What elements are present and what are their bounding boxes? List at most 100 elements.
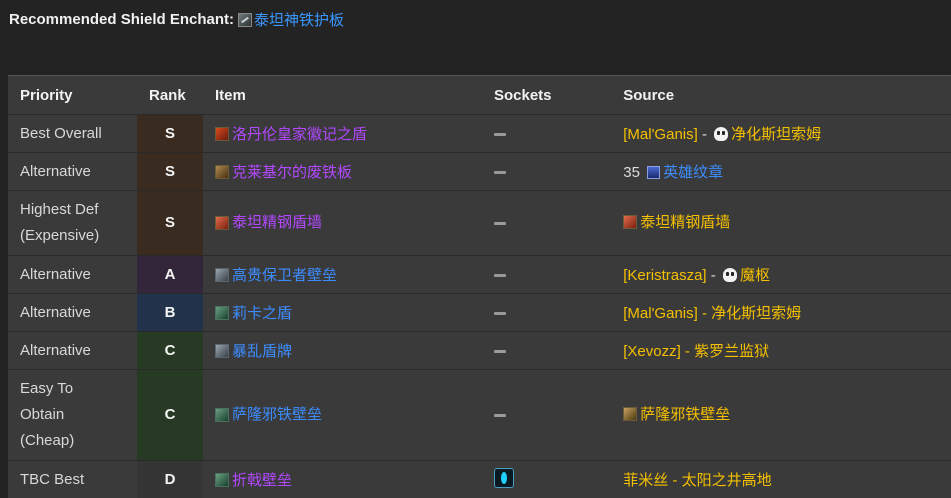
rank-cell: A (137, 256, 203, 294)
gold-shield-icon (623, 407, 637, 421)
item-link[interactable]: 洛丹伦皇家徽记之盾 (215, 123, 470, 144)
source-text[interactable]: 泰坦精钢盾墙 (640, 214, 730, 231)
source-cell: 萨隆邪铁壁垒 (611, 370, 951, 461)
item-name[interactable]: 萨隆邪铁壁垒 (232, 402, 322, 428)
source-text[interactable]: [Mal'Ganis] - 净化斯坦索姆 (623, 305, 801, 322)
table-row: TBC BestD 折戟壁垒 菲米丝 - 太阳之井高地 (8, 461, 951, 498)
sockets-cell (482, 191, 611, 256)
dash-icon (494, 274, 506, 277)
table-row: Easy ToObtain(Cheap)C 萨隆邪铁壁垒 萨隆邪铁壁垒 (8, 370, 951, 461)
priority-cell: Alternative (8, 256, 137, 294)
item-link[interactable]: 克莱基尔的废铁板 (215, 161, 470, 182)
item-link[interactable]: 泰坦精钢盾墙 (215, 210, 470, 236)
steel-shield-icon (215, 268, 229, 282)
rank-cell: C (137, 370, 203, 461)
table-row: AlternativeC 暴乱盾牌 [Xevozz] - 紫罗兰监狱 (8, 332, 951, 370)
item-name[interactable]: 泰坦精钢盾墙 (232, 210, 322, 236)
item-name[interactable]: 莉卡之盾 (232, 302, 292, 323)
item-name[interactable]: 克莱基尔的废铁板 (232, 161, 352, 182)
item-link[interactable]: 萨隆邪铁壁垒 (215, 402, 470, 428)
enchant-link[interactable]: 泰坦神铁护板 (254, 9, 344, 30)
dash-icon (494, 171, 506, 174)
rank-cell: D (137, 461, 203, 498)
item-cell: 萨隆邪铁壁垒 (203, 370, 482, 461)
steel-shield-icon (215, 344, 229, 358)
source-text[interactable]: 魔枢 (740, 267, 770, 284)
sockets-cell (482, 370, 611, 461)
priority-cell: Alternative (8, 294, 137, 332)
dash-icon (494, 133, 506, 136)
source-text[interactable]: 净化斯坦索姆 (731, 126, 821, 143)
rank-cell: S (137, 115, 203, 153)
shield-priority-table: Priority Rank Item Sockets Source Best O… (8, 75, 951, 498)
enchant-label: Recommended Shield Enchant (9, 11, 229, 28)
source-text[interactable]: 英雄纹章 (663, 164, 723, 181)
source-text[interactable]: 菲米丝 - 太阳之井高地 (623, 472, 771, 489)
rank-cell: S (137, 191, 203, 256)
dash-icon (494, 350, 506, 353)
dash-icon (494, 414, 506, 417)
item-link[interactable]: 莉卡之盾 (215, 302, 470, 323)
item-link[interactable]: 高贵保卫者壁垒 (215, 264, 470, 285)
source-text[interactable]: 萨隆邪铁壁垒 (640, 406, 730, 423)
priority-cell: Alternative (8, 332, 137, 370)
green-shield-icon (215, 473, 229, 487)
header-source: Source (611, 76, 951, 115)
sockets-cell (482, 256, 611, 294)
item-cell: 高贵保卫者壁垒 (203, 256, 482, 294)
item-cell: 折戟壁垒 (203, 461, 482, 498)
red-square-shield-icon (623, 215, 637, 229)
sockets-cell (482, 115, 611, 153)
header-priority: Priority (8, 76, 137, 115)
item-cell: 克莱基尔的废铁板 (203, 153, 482, 191)
dash-icon (494, 312, 506, 315)
source-text[interactable]: [Xevozz] - 紫罗兰监狱 (623, 343, 769, 360)
shield-plate-icon[interactable] (238, 13, 252, 27)
item-name[interactable]: 高贵保卫者壁垒 (232, 264, 337, 285)
enchant-separator: : (229, 11, 234, 28)
item-name[interactable]: 洛丹伦皇家徽记之盾 (232, 123, 367, 144)
source-cell: [Keristrasza] - 魔枢 (611, 256, 951, 294)
item-name[interactable]: 暴乱盾牌 (232, 340, 292, 361)
gem-icon[interactable] (494, 468, 514, 488)
sockets-cell (482, 294, 611, 332)
rank-cell: C (137, 332, 203, 370)
source-cell: 35 英雄纹章 (611, 153, 951, 191)
header-sockets: Sockets (482, 76, 611, 115)
item-link[interactable]: 折戟壁垒 (215, 469, 470, 490)
priority-cell: Best Overall (8, 115, 137, 153)
item-link[interactable]: 暴乱盾牌 (215, 340, 470, 361)
rank-cell: S (137, 153, 203, 191)
priority-cell: TBC Best (8, 461, 137, 498)
item-cell: 莉卡之盾 (203, 294, 482, 332)
source-text[interactable]: [Keristrasza] (623, 267, 706, 284)
sockets-cell (482, 153, 611, 191)
table-row: Highest Def(Expensive)S 泰坦精钢盾墙 泰坦精钢盾墙 (8, 191, 951, 256)
source-cell: [Mal'Ganis] - 净化斯坦索姆 (611, 294, 951, 332)
sockets-cell (482, 332, 611, 370)
item-cell: 泰坦精钢盾墙 (203, 191, 482, 256)
skull-icon (723, 268, 737, 282)
source-text: - (698, 126, 711, 143)
red-square-shield-icon (215, 216, 229, 230)
source-text: - (707, 267, 720, 284)
source-cell: [Mal'Ganis] - 净化斯坦索姆 (611, 115, 951, 153)
skull-icon (714, 127, 728, 141)
priority-cell: Highest Def(Expensive) (8, 191, 137, 256)
priority-cell: Easy ToObtain(Cheap) (8, 370, 137, 461)
table-header-row: Priority Rank Item Sockets Source (8, 76, 951, 115)
table-row: AlternativeA 高贵保卫者壁垒 [Keristrasza] - 魔枢 (8, 256, 951, 294)
source-cell: 泰坦精钢盾墙 (611, 191, 951, 256)
source-text[interactable]: [Mal'Ganis] (623, 126, 698, 143)
dash-icon (494, 222, 506, 225)
sockets-cell (482, 461, 611, 498)
header-item: Item (203, 76, 482, 115)
green-shield-icon (215, 306, 229, 320)
recommended-enchant: Recommended Shield Enchant: 泰坦神铁护板 (9, 9, 344, 30)
header-rank: Rank (137, 76, 203, 115)
item-name[interactable]: 折戟壁垒 (232, 469, 292, 490)
green-shield-icon (215, 408, 229, 422)
source-cell: [Xevozz] - 紫罗兰监狱 (611, 332, 951, 370)
badge-icon (647, 166, 660, 179)
table-row: Best OverallS 洛丹伦皇家徽记之盾 [Mal'Ganis] - 净化斯坦… (8, 115, 951, 153)
